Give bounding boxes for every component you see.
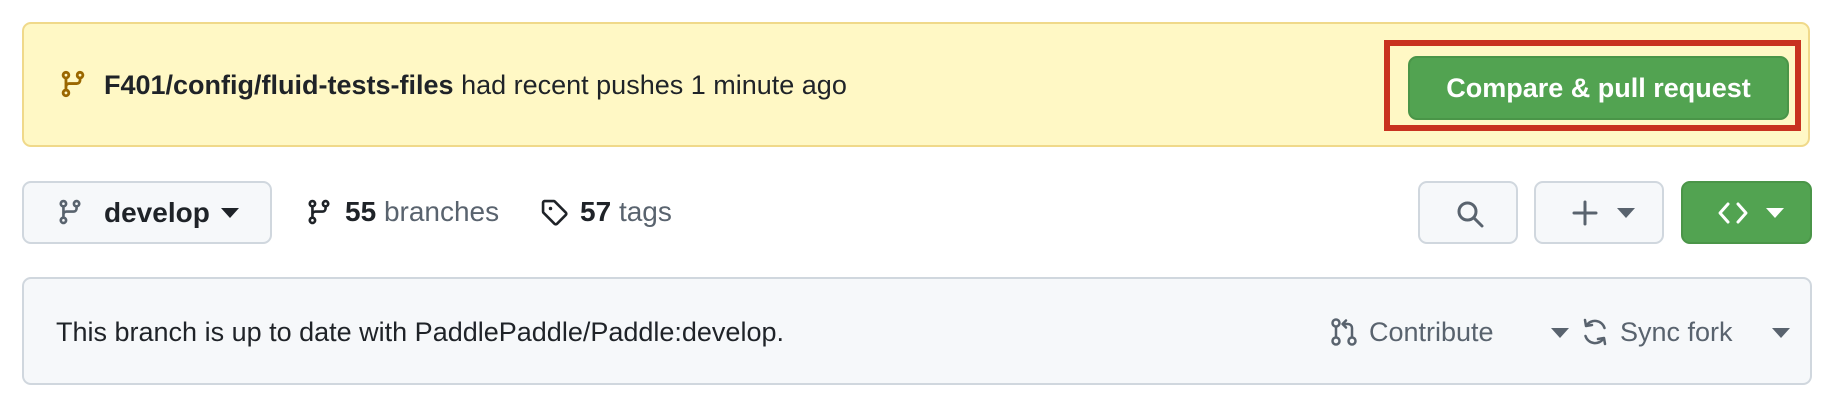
search-files-button[interactable] (1418, 181, 1518, 244)
fork-status-message: This branch is up to date with PaddlePad… (56, 317, 784, 347)
code-button[interactable] (1681, 181, 1812, 244)
plus-icon (1571, 199, 1599, 227)
chevron-down-icon (1617, 208, 1635, 218)
recent-push-text: had recent pushes 1 minute ago (453, 70, 847, 100)
current-branch-name: develop (104, 197, 210, 228)
git-branch-icon (305, 198, 333, 226)
git-pull-request-icon (1329, 317, 1359, 347)
add-file-button[interactable] (1534, 181, 1664, 244)
recent-push-message: F401/config/fluid-tests-files had recent… (104, 69, 847, 101)
sync-icon (1580, 317, 1610, 347)
tags-label: tags (618, 196, 672, 227)
contribute-label: Contribute (1369, 317, 1494, 347)
code-icon (1717, 199, 1749, 227)
chevron-down-icon (1766, 208, 1784, 218)
tags-count: 57 (580, 196, 612, 227)
branches-label: branches (383, 196, 500, 227)
compare-pull-request-button[interactable]: Compare & pull request (1408, 56, 1789, 120)
chevron-down-icon (1551, 328, 1569, 338)
contribute-button[interactable]: Contribute (1329, 316, 1579, 348)
git-branch-icon (56, 198, 84, 226)
git-branch-icon (58, 69, 88, 99)
chevron-down-icon (1772, 328, 1790, 338)
branches-count: 55 (345, 196, 377, 227)
sync-fork-label: Sync fork (1620, 317, 1733, 347)
search-icon (1455, 199, 1485, 229)
repo-header: F401/config/fluid-tests-files had recent… (0, 0, 1830, 400)
pushed-branch-link[interactable]: F401/config/fluid-tests-files (104, 70, 454, 100)
fork-status-bar: This branch is up to date with PaddlePad… (22, 277, 1812, 385)
sync-fork-button[interactable]: Sync fork (1580, 316, 1800, 348)
tag-icon (540, 198, 568, 226)
branch-selector-button[interactable]: develop (22, 181, 272, 244)
recent-push-banner: F401/config/fluid-tests-files had recent… (22, 22, 1810, 147)
chevron-down-icon (221, 208, 239, 218)
